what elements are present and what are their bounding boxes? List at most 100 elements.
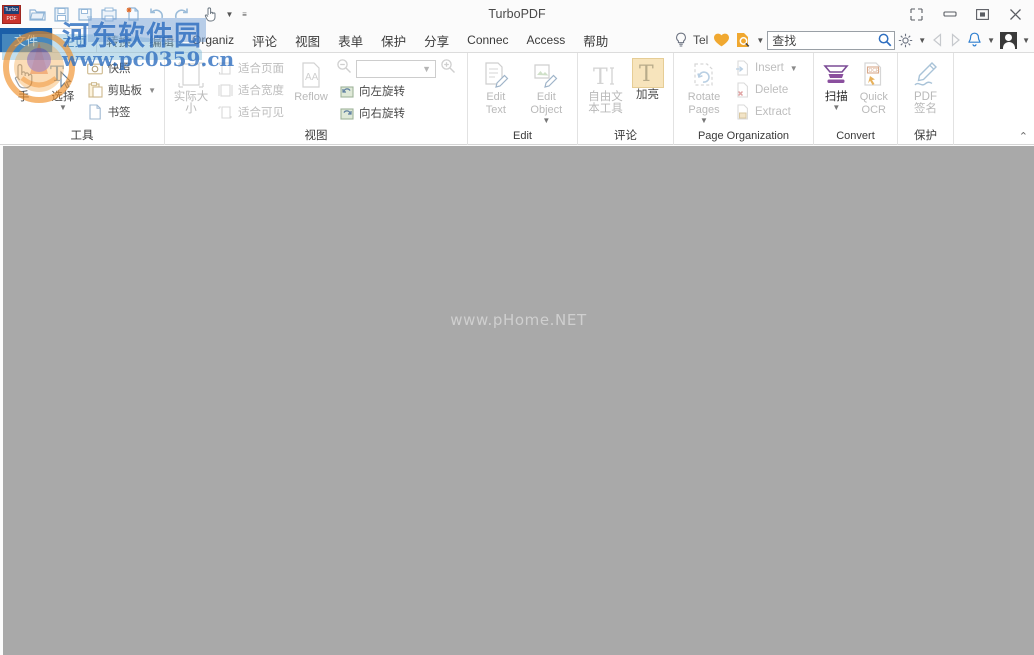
search-magnifier-icon [878,33,892,47]
document-canvas[interactable]: www.pHome.NET [3,146,1034,655]
fullscreen-icon[interactable] [900,1,933,27]
pdf-sign-button[interactable]: PDF 签名 [903,56,949,115]
app-logo-top-text: Turbo [4,6,19,14]
edit-object-caret-icon[interactable]: ▼ [542,117,550,124]
tab-file[interactable]: 文件 [0,28,52,52]
rotate-pages-label: Rotate Pages [688,91,720,117]
tab-view[interactable]: 视图 [286,28,329,52]
snapshot-button[interactable]: 快照 [83,57,160,79]
svg-text:AA: AA [305,72,319,83]
reflow-icon: AA [297,58,325,90]
rotate-pages-caret-icon[interactable]: ▼ [700,117,708,124]
highlight-tool-button[interactable]: T 加亮 [628,56,668,102]
undo-icon[interactable] [146,3,168,25]
notification-bell-icon[interactable] [965,29,984,51]
zoom-out-icon[interactable] [336,58,352,79]
edit-object-button[interactable]: Edit Object ▼ [520,56,573,124]
app-logo-icon: Turbo PDF [2,5,21,24]
tab-convert[interactable]: 转换 [97,28,140,52]
free-text-tool-button[interactable]: T 自由文本工具 [584,56,628,115]
lightbulb-icon[interactable] [672,29,690,51]
fit-width-button[interactable]: 适合宽度 [213,79,288,101]
edit-text-button[interactable]: Edit Text [472,56,520,117]
open-file-icon[interactable] [26,3,48,25]
free-text-tool-label: 自由文本工具 [584,91,628,115]
extract-pages-button[interactable]: Extract [730,101,802,123]
ribbon-group-tools: 手 T 选择 ▼ 快照 [0,53,165,145]
fit-page-button[interactable]: 适合页面 [213,57,288,79]
zoom-level-combobox[interactable]: ▼ [356,60,436,78]
fit-visible-icon [217,104,234,121]
rotate-pages-button[interactable]: Rotate Pages ▼ [678,56,730,124]
search-document-icon[interactable] [733,29,753,51]
clipboard-label: 剪贴板 [108,82,143,98]
quick-ocr-button[interactable]: OCR Quick OCR [855,56,893,117]
select-text-icon: T [48,58,78,90]
close-icon[interactable] [999,1,1032,27]
avatar[interactable] [998,29,1019,51]
hand-tool-button[interactable]: 手 [4,56,43,104]
rotate-buttons: 向左旋转 向右旋转 [334,79,458,124]
bookmark-button[interactable]: 书签 [83,101,160,123]
tab-form[interactable]: 表单 [329,28,372,52]
document-area: www.pHome.NET [0,146,1034,655]
insert-pages-caret-icon[interactable]: ▼ [790,64,798,73]
save-as-icon[interactable] [74,3,96,25]
minimize-icon[interactable] [933,1,966,27]
notification-caret-icon[interactable]: ▼ [985,36,997,45]
fit-visible-label: 适合可见 [238,104,284,120]
restore-icon[interactable] [966,1,999,27]
tab-protect[interactable]: 保护 [372,28,415,52]
actual-size-button[interactable]: 实际大小 [169,56,213,115]
tab-home[interactable]: 主页 [52,28,97,52]
select-tool-button[interactable]: T 选择 ▼ [43,56,82,111]
reflow-button[interactable]: AA Reflow [288,56,334,104]
tab-organize[interactable]: Organiz [183,28,243,52]
edit-object-label: Edit Object [530,91,562,117]
tab-connect[interactable]: Connec [458,28,517,52]
hand-tool-label: 手 [18,91,30,104]
zoom-combo-caret-icon[interactable]: ▼ [422,64,431,74]
tab-help[interactable]: 帮助 [574,28,617,52]
tools-small-buttons: 快照 剪贴板 ▼ 书签 [83,56,160,123]
save-icon[interactable] [50,3,72,25]
tab-edit[interactable]: 编辑 [140,28,183,52]
tab-comment[interactable]: 评论 [243,28,286,52]
settings-gear-icon[interactable] [896,29,915,51]
touch-mode-caret-icon[interactable]: ▼ [223,3,236,25]
redo-icon[interactable] [170,3,192,25]
search-input[interactable]: 查找 [767,31,895,50]
tell-me-label[interactable]: Tel [691,29,710,51]
view-fit-buttons: 适合页面 适合宽度 适合可见 [213,56,288,123]
search-scope-caret-icon[interactable]: ▼ [754,36,766,45]
settings-caret-icon[interactable]: ▼ [916,36,928,45]
account-caret-icon[interactable]: ▼ [1020,36,1032,45]
new-document-icon[interactable] [122,3,144,25]
rotate-right-label: 向右旋转 [359,105,405,121]
tab-accessibility[interactable]: Access [518,28,575,52]
clipboard-button[interactable]: 剪贴板 ▼ [83,79,160,101]
tab-share[interactable]: 分享 [415,28,458,52]
clipboard-caret-icon[interactable]: ▼ [148,86,156,95]
free-text-icon: T [591,58,621,90]
collapse-ribbon-icon[interactable]: ⌃ [1019,130,1028,143]
zoom-in-icon[interactable] [440,58,456,79]
actual-size-icon [176,58,206,90]
rotate-left-button[interactable]: 向左旋转 [334,80,458,102]
fit-visible-button[interactable]: 适合可见 [213,101,288,123]
delete-pages-button[interactable]: Delete [730,79,802,101]
highlight-icon: T [632,58,664,88]
scan-caret-icon[interactable]: ▼ [832,104,840,111]
heart-icon[interactable] [711,29,732,51]
rotate-right-button[interactable]: 向右旋转 [334,102,458,124]
svg-text:OCR: OCR [868,68,880,74]
insert-pages-button[interactable]: Insert ▼ [730,57,802,79]
qat-customize-icon[interactable]: ≡ [238,3,251,25]
fit-page-icon [217,60,234,77]
touch-mode-icon[interactable] [199,3,221,25]
insert-page-icon [734,60,751,77]
scan-button[interactable]: 扫描 ▼ [818,56,855,111]
hand-icon [10,58,37,90]
select-tool-caret-icon[interactable]: ▼ [59,104,67,111]
print-icon[interactable] [98,3,120,25]
